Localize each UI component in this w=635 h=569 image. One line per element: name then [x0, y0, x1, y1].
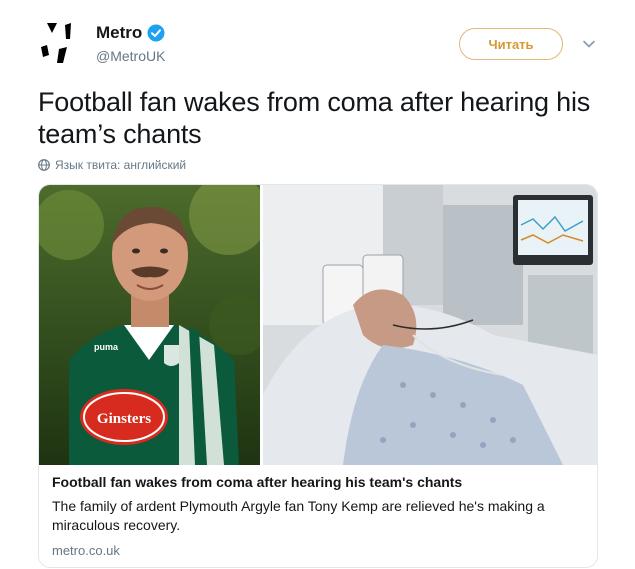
tweet-language-row: Язык твита: английский [38, 158, 186, 172]
jersey-brand-text: puma [94, 342, 119, 352]
follow-button[interactable]: Читать [459, 28, 563, 60]
globe-icon [38, 159, 50, 171]
card-body: Football fan wakes from coma after heari… [39, 465, 597, 567]
display-name-text[interactable]: Metro [96, 23, 142, 43]
tweet-language-note: Язык твита: английский [55, 158, 187, 172]
chevron-down-icon[interactable] [581, 36, 597, 52]
jersey-sponsor-text: Ginsters [97, 411, 151, 427]
card-image-fan-portrait: Ginsters puma [39, 185, 260, 465]
card-images: Ginsters puma [39, 185, 597, 465]
tweet-text: Football fan wakes from coma after heari… [38, 87, 591, 149]
display-name[interactable]: Metro [96, 23, 165, 43]
card-image-hospital-bed [263, 185, 597, 465]
user-handle[interactable]: @MetroUK [96, 48, 165, 64]
card-domain[interactable]: metro.co.uk [52, 543, 120, 558]
metro-logo-icon[interactable] [37, 19, 85, 67]
link-card[interactable]: Ginsters puma Football fan wakes from co… [38, 184, 598, 568]
card-description: The family of ardent Plymouth Argyle fan… [52, 498, 545, 533]
verified-badge-icon [147, 24, 165, 42]
card-title[interactable]: Football fan wakes from coma after heari… [52, 474, 462, 490]
tweet-header: Metro @MetroUK Читать [0, 0, 635, 80]
